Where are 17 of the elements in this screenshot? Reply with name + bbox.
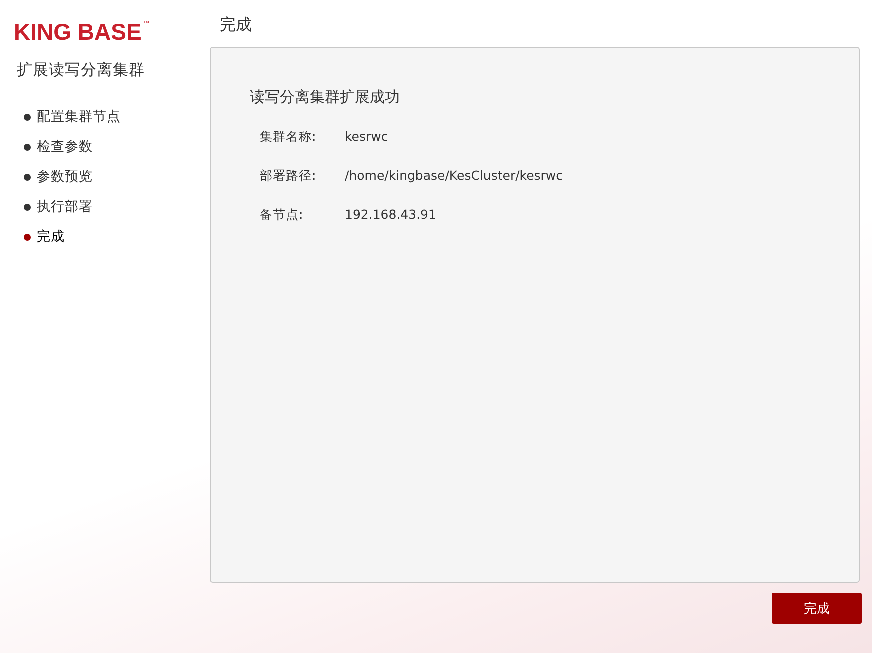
field-label: 备节点: xyxy=(260,207,304,224)
field-value: 192.168.43.91 xyxy=(345,207,438,224)
success-heading: 读写分离集群扩展成功 xyxy=(250,88,401,107)
field-label: 部署路径: xyxy=(260,168,318,185)
logo-text: KING BASE xyxy=(14,18,142,46)
finish-button[interactable]: 完成 xyxy=(772,593,862,624)
wizard-title: 扩展读写分离集群 xyxy=(17,60,146,81)
step-label: 完成 xyxy=(37,228,65,247)
field-value: kesrwc xyxy=(345,129,390,146)
step-label: 检查参数 xyxy=(37,138,93,157)
step-label: 参数预览 xyxy=(37,168,93,187)
step-label: 执行部署 xyxy=(37,198,93,217)
step-label: 配置集群节点 xyxy=(37,108,121,127)
page-title: 完成 xyxy=(220,14,253,36)
trademark-mark: ™ xyxy=(142,20,151,29)
field-value: /home/kingbase/KesCluster/kesrwc xyxy=(345,168,564,185)
field-label: 集群名称: xyxy=(260,129,318,146)
